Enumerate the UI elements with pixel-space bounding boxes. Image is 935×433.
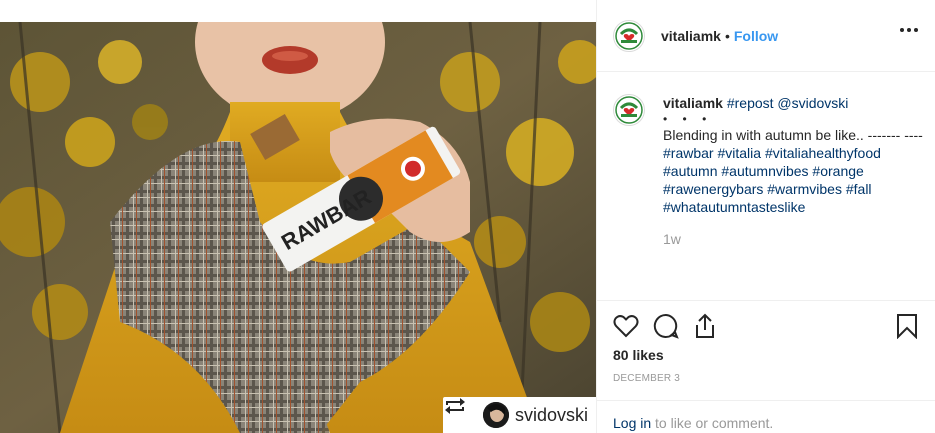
likes-count[interactable]: 80 likes <box>613 347 664 363</box>
more-options-icon[interactable] <box>900 28 918 32</box>
caption-text: Blending in with autumn be like.. ------… <box>663 127 923 143</box>
caption-hashtags[interactable]: #rawbar #vitalia #vitaliahealthyfood #au… <box>663 144 923 216</box>
header-separator: • <box>724 27 730 44</box>
login-prompt: Log in to like or comment. <box>597 400 935 433</box>
profile-avatar[interactable] <box>613 19 645 52</box>
repost-avatar <box>482 402 509 428</box>
post-photo[interactable]: RAWBAR svidovski <box>0 22 596 433</box>
repost-username: svidovski <box>514 404 588 425</box>
action-icons <box>613 313 717 344</box>
repost-icon <box>444 398 477 425</box>
bookmark-icon[interactable] <box>896 313 918 344</box>
post-username[interactable]: vitaliamk <box>661 28 721 44</box>
post-caption: vitaliamk #repost @svidovski • • • Blend… <box>613 94 923 248</box>
repost-credit: svidovski <box>442 397 596 433</box>
post-header: vitaliamk • Follow <box>597 0 935 72</box>
caption-body: vitaliamk #repost @svidovski • • • Blend… <box>663 94 923 248</box>
caption-repost-tags[interactable]: #repost @svidovski <box>727 95 849 111</box>
vitalia-logo <box>615 21 643 50</box>
caption-dots: • • • <box>663 112 713 126</box>
follow-button[interactable]: Follow <box>734 28 778 44</box>
post-date: DECEMBER 3 <box>613 373 681 384</box>
vitalia-logo <box>615 96 643 124</box>
login-prompt-text: to like or comment. <box>651 415 774 431</box>
comment-icon[interactable] <box>653 313 679 344</box>
share-icon[interactable] <box>693 313 717 344</box>
login-link[interactable]: Log in <box>613 415 651 431</box>
post-details-panel: vitaliamk • Follow vitaliamk #repost @sv… <box>596 0 935 433</box>
caption-avatar[interactable] <box>613 94 645 126</box>
post-photo-illustration: RAWBAR <box>0 22 596 433</box>
post-actions: 80 likes DECEMBER 3 <box>597 300 935 395</box>
heart-icon[interactable] <box>613 314 639 343</box>
caption-username[interactable]: vitaliamk <box>663 95 723 111</box>
post-time-ago[interactable]: 1w <box>663 230 923 248</box>
